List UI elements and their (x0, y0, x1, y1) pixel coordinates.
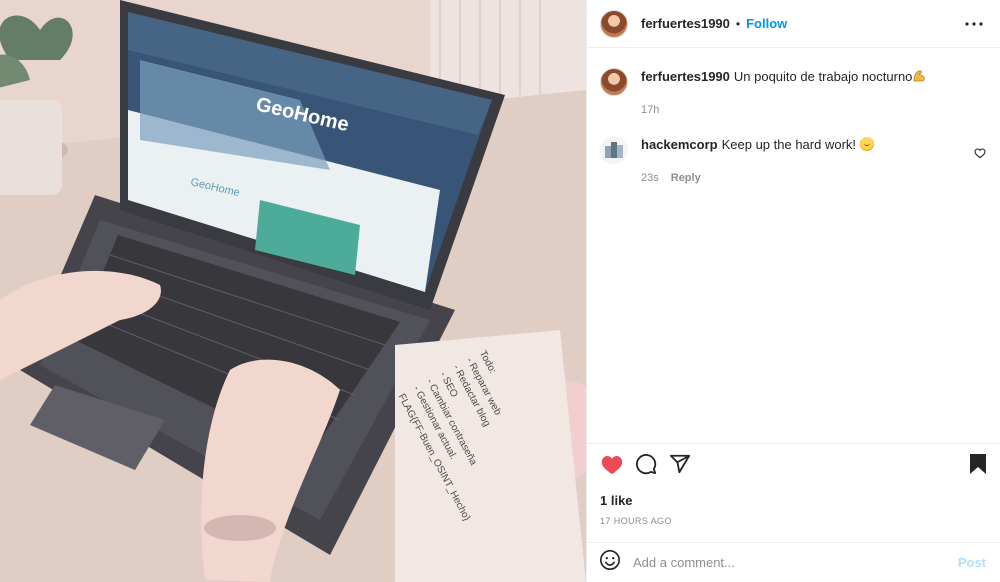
reply-button[interactable]: Reply (671, 172, 701, 184)
comment-meta: 23s Reply (641, 172, 986, 184)
caption-row: ferfuertes1990 Un poquito de trabajo noct… (600, 68, 986, 96)
author-username[interactable]: ferfuertes1990 (641, 16, 730, 31)
caption-username[interactable]: ferfuertes1990 (641, 69, 730, 84)
add-comment-bar: Post (587, 542, 1000, 582)
likes-count[interactable]: 1 like (587, 483, 1000, 508)
post-header: ferfuertes1990 • Follow (587, 0, 1000, 48)
comment-row: hackemcorp Keep up the hard work! (600, 136, 986, 164)
comment-username[interactable]: hackemcorp (641, 137, 718, 152)
author-avatar[interactable] (600, 9, 628, 38)
comment-like-heart-icon[interactable] (974, 146, 986, 164)
commenter-avatar[interactable] (600, 136, 628, 164)
instagram-post: GeoHome GeoHome Todo: - Reparar web - Re… (0, 0, 1000, 582)
caption-text: Un poquito de trabajo nocturno (733, 69, 913, 84)
follow-button[interactable]: Follow (746, 16, 787, 31)
post-side-panel: ferfuertes1990 • Follow ferfuertes1990 Un… (586, 0, 1000, 582)
post-photo[interactable]: GeoHome GeoHome Todo: - Reparar web - Re… (0, 0, 586, 582)
photo-illustration: GeoHome GeoHome Todo: - Reparar web - Re… (0, 0, 586, 582)
comment-text-block: hackemcorp Keep up the hard work! (641, 136, 874, 154)
add-comment-input[interactable] (633, 555, 958, 570)
share-icon[interactable] (668, 452, 692, 476)
more-horizontal-icon[interactable] (962, 12, 986, 36)
comment-icon[interactable] (634, 452, 658, 476)
comment-item: hackemcorp Keep up the hard work! 23s Rep… (600, 136, 986, 184)
heart-icon[interactable] (600, 452, 624, 476)
post-comment-button[interactable]: Post (958, 555, 986, 570)
action-bar (587, 443, 1000, 483)
flexed-biceps-icon (914, 70, 926, 82)
bookmark-icon[interactable] (966, 452, 990, 476)
emoji-icon[interactable] (599, 549, 621, 576)
comment-time[interactable]: 23s (641, 172, 659, 184)
comment-text: Keep up the hard work! (721, 137, 857, 152)
header-separator: • (735, 16, 741, 31)
smiling-face-icon (859, 137, 874, 151)
caption-meta: 17h (641, 104, 986, 116)
caption-avatar[interactable] (600, 68, 628, 96)
comments-section: ferfuertes1990 Un poquito de trabajo noct… (587, 48, 1000, 443)
caption-text-block: ferfuertes1990 Un poquito de trabajo noct… (641, 68, 926, 86)
caption-time[interactable]: 17h (641, 104, 659, 116)
post-age[interactable]: 17 hours ago (587, 508, 1000, 542)
